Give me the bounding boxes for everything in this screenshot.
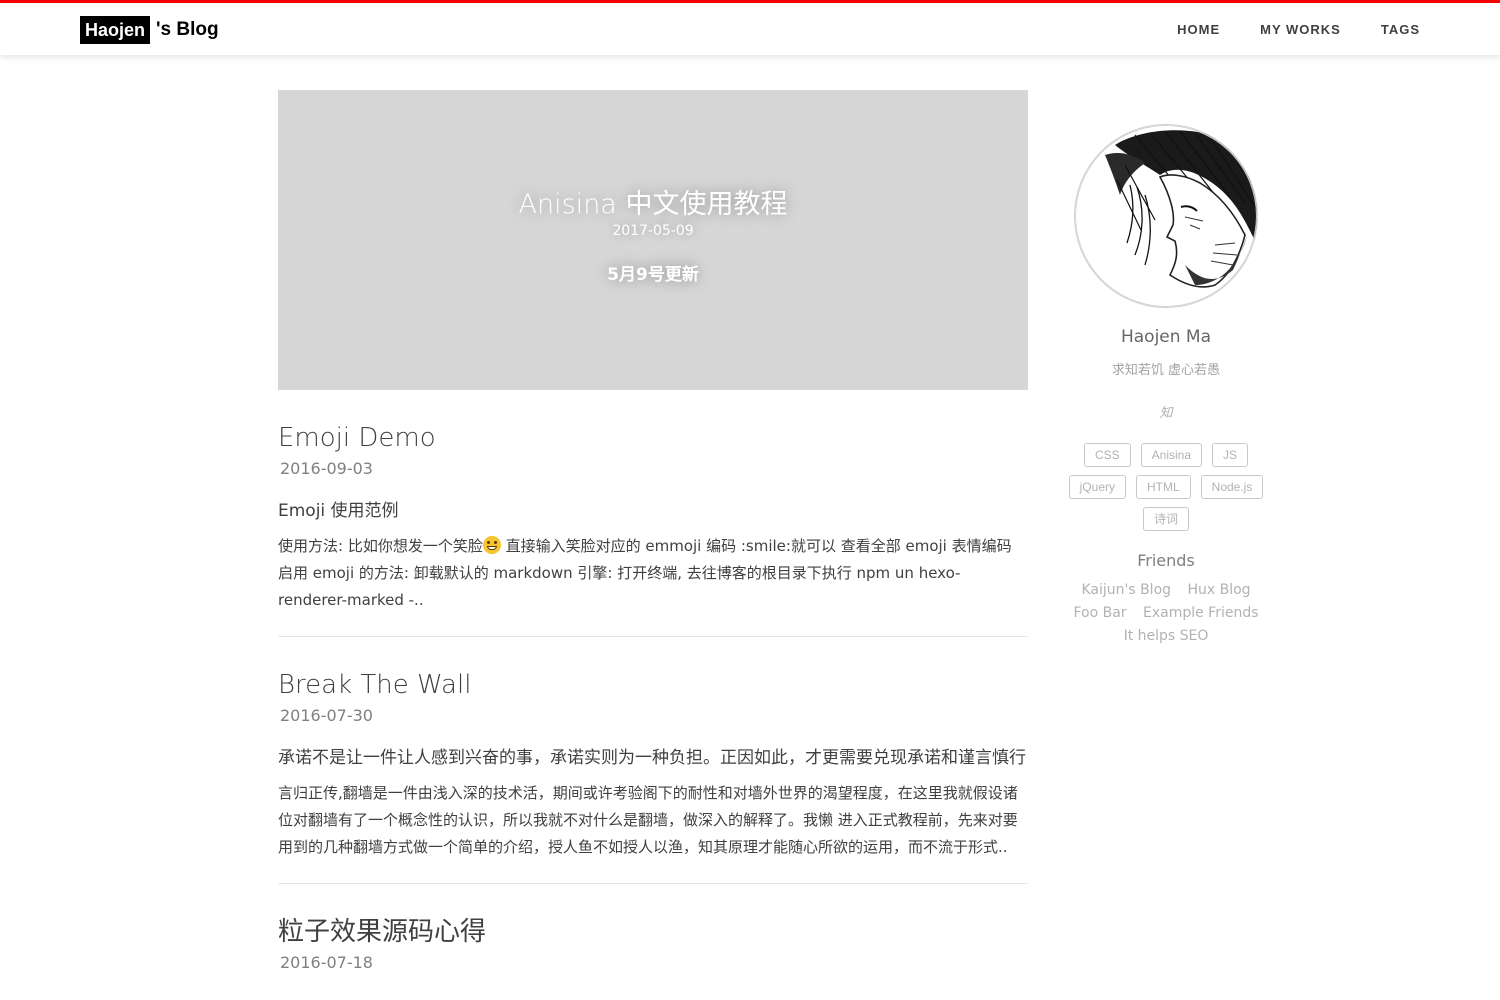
tag-nodejs[interactable]: Node.js: [1200, 475, 1264, 499]
avatar-portrait-icon: [1074, 124, 1258, 308]
post-preview[interactable]: 粒子效果源码心得 2016-07-18: [278, 914, 1028, 996]
sidebar: Haojen Ma 求知若饥 虚心若愚 知 CSS Anisina JS jQu…: [1066, 124, 1266, 648]
post-list: Anisina 中文使用教程 2017-05-09 5月9号更新 Emoji D…: [278, 90, 1028, 996]
post-subtitle: 承诺不是让一件让人感到兴奋的事，承诺实则为一种负担。正因如此，才更需要兑现承诺和…: [278, 748, 1026, 768]
blog-brand-link[interactable]: Haojen 's Blog: [80, 16, 219, 44]
nav-my-works-link[interactable]: MY WORKS: [1260, 22, 1341, 37]
featured-post-title: Anisina 中文使用教程: [518, 189, 788, 220]
featured-post-subtitle: 5月9号更新: [607, 265, 699, 285]
friend-link[interactable]: Hux Blog: [1187, 582, 1250, 598]
friend-link[interactable]: Kaijun's Blog: [1081, 582, 1171, 598]
post-date: 2016-07-30: [280, 706, 373, 725]
friend-link[interactable]: Example Friends: [1143, 605, 1259, 621]
nav-home-link[interactable]: HOME: [1177, 22, 1220, 37]
tag-css[interactable]: CSS: [1083, 443, 1131, 467]
zhihu-link[interactable]: 知: [1066, 402, 1266, 421]
tag-cloud: CSS Anisina JS jQuery HTML Node.js 诗词: [1066, 443, 1266, 531]
nav-links: HOME MY WORKS TAGS: [1137, 3, 1420, 55]
post-date: 2016-07-18: [280, 953, 373, 972]
tag-anisina[interactable]: Anisina: [1140, 443, 1203, 467]
friend-link[interactable]: Foo Bar: [1073, 605, 1126, 621]
tag-poetry[interactable]: 诗词: [1142, 507, 1189, 531]
post-title[interactable]: Break The Wall: [278, 667, 1028, 703]
featured-post-date: 2017-05-09: [612, 223, 694, 239]
featured-post-card[interactable]: Anisina 中文使用教程 2017-05-09 5月9号更新: [278, 90, 1028, 390]
post-subtitle: Emoji 使用范例: [278, 501, 399, 521]
nav-tags-link[interactable]: TAGS: [1381, 22, 1420, 37]
tag-jquery[interactable]: jQuery: [1068, 475, 1126, 499]
post-title[interactable]: Emoji Demo: [278, 420, 1028, 456]
tag-js[interactable]: JS: [1212, 443, 1249, 467]
post-excerpt: 使用方法: 比如你想发一个笑脸 直接输入笑脸对应的 emmoji 编码 :smi…: [278, 533, 1028, 614]
post-preview[interactable]: Break The Wall 2016-07-30 承诺不是让一件让人感到兴奋的…: [278, 667, 1028, 884]
post-excerpt: 言归正传,翻墙是一件由浅入深的技术活，期间或许考验阁下的耐性和对墙外世界的渴望程…: [278, 784, 1018, 856]
friend-link[interactable]: It helps SEO: [1124, 628, 1209, 644]
post-excerpt-text-start: 使用方法: 比如你想发一个笑脸: [278, 537, 483, 555]
post-title[interactable]: 粒子效果源码心得: [278, 914, 1028, 950]
smile-emoji-icon: [482, 536, 501, 554]
tag-html[interactable]: HTML: [1135, 475, 1191, 499]
brand-suffix: 's Blog: [156, 19, 219, 40]
profile-description: 求知若饥 虚心若愚: [1111, 363, 1221, 378]
profile-name: Haojen Ma: [1120, 327, 1212, 347]
top-navbar: Haojen 's Blog HOME MY WORKS TAGS: [0, 0, 1500, 55]
avatar-portrait-drawing: [1075, 125, 1257, 307]
friends-heading: Friends: [1137, 551, 1195, 570]
post-date: 2016-09-03: [280, 459, 373, 478]
post-preview[interactable]: Emoji Demo 2016-09-03 Emoji 使用范例 使用方法: 比…: [278, 420, 1028, 637]
brand-name: Haojen: [80, 16, 151, 44]
friends-list: Kaijun's Blog Hux Blog Foo Bar Example F…: [1066, 579, 1266, 648]
